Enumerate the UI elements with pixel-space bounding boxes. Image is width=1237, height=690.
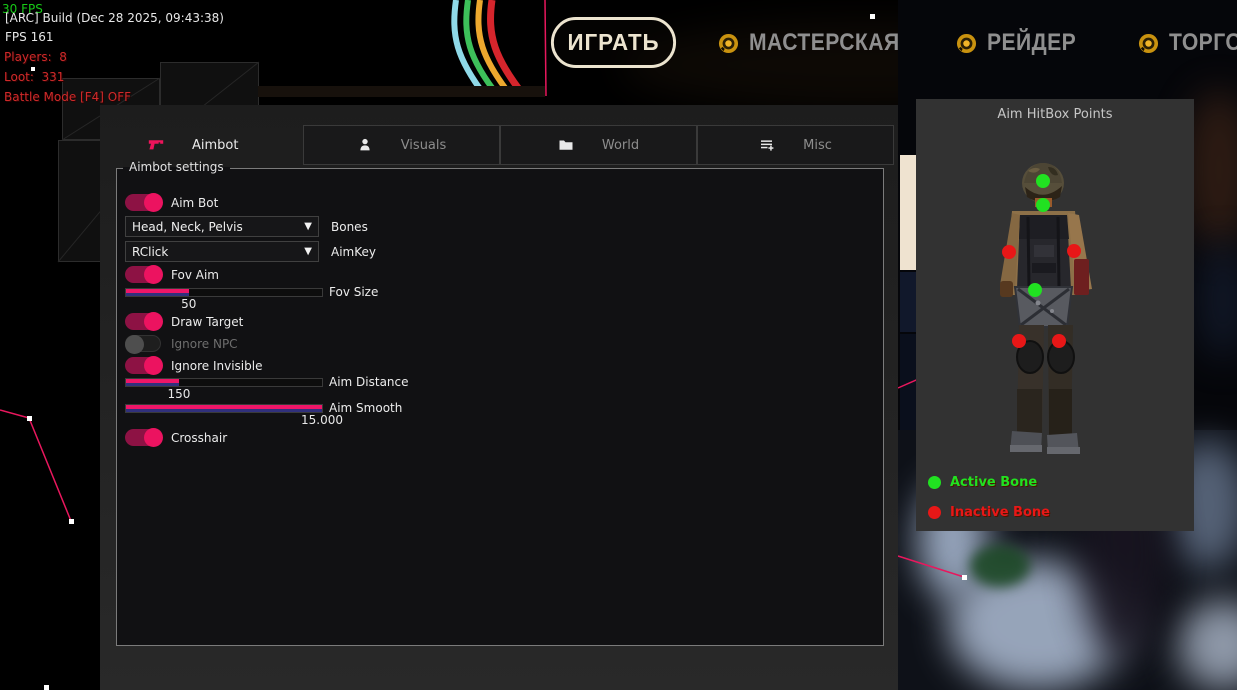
battle-mode-status: Battle Mode [F4] OFF: [4, 90, 131, 104]
coin-icon: [1138, 33, 1159, 54]
bones-dropdown-value: Head, Neck, Pelvis: [132, 220, 243, 234]
toggle-knob: [125, 335, 144, 354]
bone-dot-left-shoulder: [1002, 245, 1016, 259]
crosshair-label: Crosshair: [171, 431, 227, 445]
menu-item-label: РЕЙДЕР: [987, 29, 1076, 57]
coin-icon: [718, 33, 739, 54]
bone-dot-left-hip: [1012, 334, 1026, 348]
tracer-marker: [44, 685, 49, 690]
aimkey-label: AimKey: [331, 245, 376, 259]
menu-item-label: МАСТЕРСКАЯ: [749, 29, 900, 57]
bone-dot-right-hip: [1052, 334, 1066, 348]
menu-item-workshop[interactable]: МАСТЕРСКАЯ: [718, 26, 920, 60]
ignore-invisible-label: Ignore Invisible: [171, 359, 262, 373]
aim-distance-label: Aim Distance: [329, 375, 409, 389]
pistol-icon: [148, 137, 164, 153]
tracer-marker: [962, 575, 967, 580]
build-info: [ARC] Build (Dec 28 2025, 09:43:38): [5, 11, 224, 25]
tracer-marker: [69, 519, 74, 524]
toggle-knob: [144, 428, 163, 447]
tab-bar: Aimbot Visuals World Misc: [100, 125, 898, 165]
aim-hitbox-panel: Aim HitBox Points: [916, 99, 1194, 531]
slider-value: 15.000: [301, 413, 343, 427]
person-icon: [357, 137, 373, 153]
fov-aim-label: Fov Aim: [171, 268, 219, 282]
bone-dot-right-shoulder: [1067, 244, 1081, 258]
active-bone-label: Active Bone: [950, 475, 1037, 490]
ignore-npc-toggle[interactable]: [125, 335, 161, 352]
menu-sliver-cream: [900, 155, 916, 270]
playlist-add-icon: [759, 137, 775, 153]
aimkey-dropdown-value: RClick: [132, 245, 168, 259]
menu-item-trade[interactable]: ТОРГО: [1138, 26, 1237, 60]
section-title: Aimbot settings: [123, 160, 230, 174]
menu-item-raider[interactable]: РЕЙДЕР: [956, 26, 1088, 60]
toggle-knob: [144, 356, 163, 375]
floor-strip: [258, 86, 545, 97]
slider-value: 50: [181, 297, 196, 311]
active-bone-dot: [928, 476, 941, 489]
fov-size-slider[interactable]: 50: [125, 288, 323, 297]
fov-size-label: Fov Size: [329, 285, 378, 299]
tab-misc[interactable]: Misc: [697, 125, 894, 165]
bone-dot-neck: [1036, 198, 1050, 212]
players-counter: Players: 8: [4, 50, 67, 64]
ignore-invisible-toggle[interactable]: [125, 357, 161, 374]
tracer-marker: [27, 416, 32, 421]
fov-aim-toggle[interactable]: [125, 266, 161, 283]
slider-fill: [126, 405, 322, 412]
aim-distance-slider[interactable]: 150: [125, 378, 323, 387]
aim-bot-label: Aim Bot: [171, 196, 218, 210]
coin-icon: [956, 33, 977, 54]
fps-value: FPS 161: [5, 30, 53, 44]
toggle-knob: [144, 193, 163, 212]
tab-label: World: [602, 138, 639, 153]
bones-dropdown[interactable]: Head, Neck, Pelvis ▼: [125, 216, 319, 237]
tab-aimbot[interactable]: Aimbot: [118, 125, 298, 165]
draw-target-label: Draw Target: [171, 315, 243, 329]
slider-value: 150: [167, 387, 190, 401]
cheat-menu-panel: Aimbot Visuals World Misc: [100, 105, 898, 690]
tab-label: Visuals: [401, 138, 447, 153]
inactive-bone-label: Inactive Bone: [950, 505, 1050, 520]
aim-smooth-slider[interactable]: 15.000: [125, 404, 323, 413]
slider-fill: [126, 289, 189, 296]
aimkey-dropdown[interactable]: RClick ▼: [125, 241, 319, 262]
bone-dot-head: [1036, 174, 1050, 188]
menu-item-label: ТОРГО: [1169, 29, 1237, 57]
tracer-marker: [870, 14, 875, 19]
crosshair-toggle[interactable]: [125, 429, 161, 446]
tab-label: Aimbot: [192, 138, 238, 153]
inactive-bone-dot: [928, 506, 941, 519]
menu-sliver-navy: [900, 272, 916, 332]
play-button[interactable]: ИГРАТЬ: [551, 17, 676, 68]
tracer-marker: [31, 67, 35, 71]
aim-bot-toggle[interactable]: [125, 194, 161, 211]
aimbot-settings-group: Aimbot settings Aim Bot Head, Neck, Pelv…: [116, 168, 884, 646]
tab-world[interactable]: World: [500, 125, 697, 165]
bones-label: Bones: [331, 220, 368, 234]
bone-dot-pelvis: [1028, 283, 1042, 297]
exit-sign: [970, 545, 1030, 587]
folder-icon: [558, 137, 574, 153]
legend-inactive-bone: Inactive Bone: [928, 505, 1050, 520]
bone-dot-layer: [916, 99, 1194, 531]
chevron-down-icon: ▼: [304, 221, 312, 232]
tab-label: Misc: [803, 138, 832, 153]
toggle-knob: [144, 265, 163, 284]
draw-target-toggle[interactable]: [125, 313, 161, 330]
slider-fill: [126, 379, 179, 386]
loot-counter: Loot: 331: [4, 70, 64, 84]
ignore-npc-label: Ignore NPC: [171, 337, 238, 351]
tab-visuals[interactable]: Visuals: [303, 125, 500, 165]
chevron-down-icon: ▼: [304, 246, 312, 257]
rock-texture: [1198, 240, 1237, 360]
legend-active-bone: Active Bone: [928, 475, 1037, 490]
toggle-knob: [144, 312, 163, 331]
